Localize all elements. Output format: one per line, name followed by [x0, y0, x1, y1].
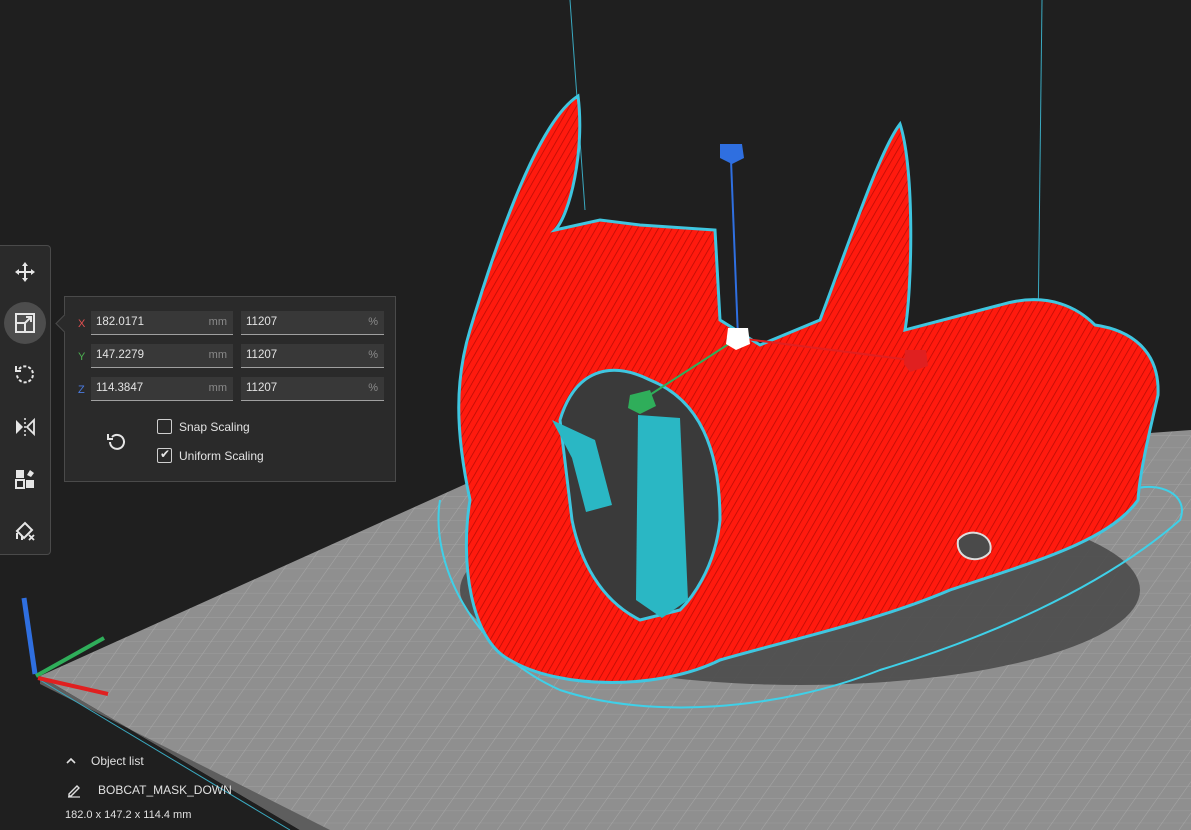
x-percent-unit: % — [368, 316, 378, 328]
support-blocker-button[interactable] — [4, 510, 46, 552]
snap-scaling-label[interactable]: Snap Scaling — [179, 420, 250, 434]
y-size-input[interactable]: 147.2279 mm — [91, 344, 233, 368]
z-percent-unit: % — [368, 382, 378, 394]
rotate-tool-button[interactable] — [4, 353, 46, 395]
y-percent-input[interactable]: 11207 % — [241, 344, 384, 368]
x-axis-label: X — [78, 318, 86, 330]
x-size-unit: mm — [208, 316, 227, 328]
chevron-up-icon — [66, 757, 76, 764]
rotate-icon — [15, 365, 34, 384]
rename-object-button[interactable] — [66, 782, 82, 798]
mirror-tool-button[interactable] — [4, 406, 46, 448]
scale-panel: X 182.0171 mm 11207 % Y 147.2279 mm 1120… — [55, 296, 396, 482]
reset-icon — [107, 433, 125, 450]
y-percent-value: 11207 — [246, 349, 278, 361]
object-list: Object list BOBCAT_MASK_DOWN 182.0 x 147… — [60, 750, 360, 828]
uniform-scaling-checkbox[interactable]: ✔ — [157, 447, 172, 463]
per-model-settings-icon — [15, 470, 34, 489]
x-size-value: 182.0171 — [96, 316, 144, 328]
y-axis-label: Y — [78, 351, 86, 363]
gizmo-z-handle — [720, 144, 744, 164]
y-percent-unit: % — [368, 349, 378, 361]
object-list-label[interactable]: Object list — [91, 754, 144, 768]
support-blocker-icon — [15, 521, 35, 541]
scale-icon — [15, 313, 35, 333]
snap-scaling-checkbox[interactable] — [157, 419, 172, 434]
mirror-icon — [16, 417, 35, 437]
scale-tool-button[interactable] — [4, 302, 46, 344]
pencil-icon — [68, 785, 80, 798]
y-size-unit: mm — [208, 349, 227, 361]
z-percent-input[interactable]: 11207 % — [241, 377, 384, 401]
move-tool-button[interactable] — [4, 251, 46, 293]
x-percent-value: 11207 — [246, 316, 278, 328]
tool-panel — [0, 245, 51, 555]
z-size-unit: mm — [208, 382, 227, 394]
move-icon — [15, 262, 35, 282]
per-model-settings-button[interactable] — [4, 458, 46, 500]
object-dimensions: 182.0 x 147.2 x 114.4 mm — [65, 809, 192, 821]
z-axis-label: Z — [78, 384, 85, 396]
x-size-input[interactable]: 182.0171 mm — [91, 311, 233, 335]
object-name[interactable]: BOBCAT_MASK_DOWN — [98, 783, 232, 797]
z-size-value: 114.3847 — [96, 382, 144, 394]
uniform-scaling-label[interactable]: Uniform Scaling — [179, 449, 264, 463]
x-percent-input[interactable]: 11207 % — [241, 311, 384, 335]
reset-scale-button[interactable] — [105, 429, 129, 453]
object-list-toggle[interactable] — [64, 754, 78, 768]
checkmark-icon: ✔ — [160, 447, 171, 461]
z-percent-value: 11207 — [246, 382, 278, 394]
y-size-value: 147.2279 — [96, 349, 144, 361]
z-size-input[interactable]: 114.3847 mm — [91, 377, 233, 401]
